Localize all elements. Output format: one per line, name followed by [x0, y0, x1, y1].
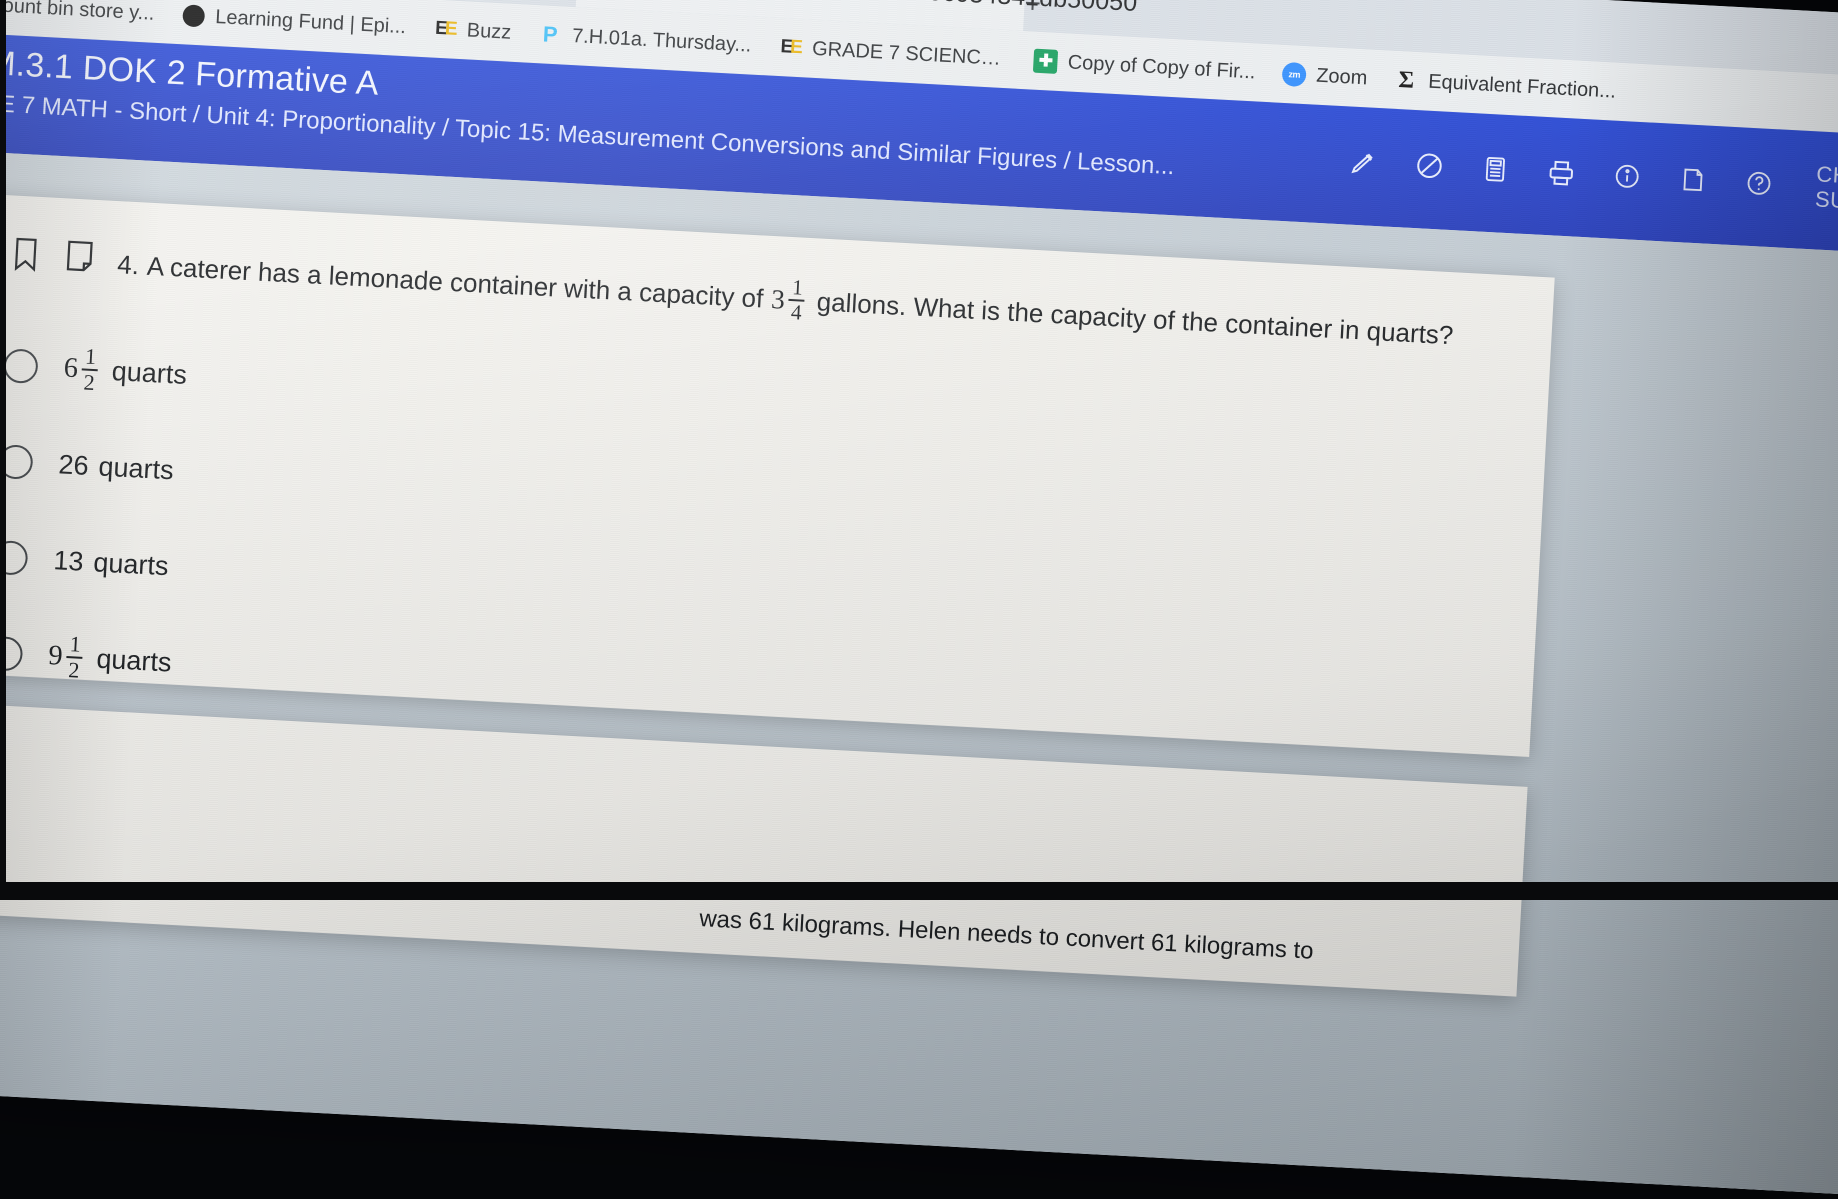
next-question-partial-text: was 61 kilograms. Helen needs to convert… [699, 905, 1315, 966]
bookmark-label: Zoom [1316, 64, 1368, 90]
zoom-icon: zm [1281, 61, 1308, 88]
question-number: 4. [117, 248, 140, 282]
question-text-before: A caterer has a lemonade container with … [146, 250, 764, 315]
bookmark-item-buzz[interactable]: EE Buzz [431, 16, 512, 46]
fraction: 1 2 [81, 345, 100, 394]
screen-bezel-bottom [0, 882, 1838, 900]
highlighter-icon[interactable] [1346, 144, 1382, 180]
fraction-denominator: 2 [68, 658, 80, 682]
notes-icon[interactable] [1675, 162, 1711, 198]
question-text-after: gallons. What is the capacity of the con… [816, 285, 1454, 351]
dot-icon [180, 2, 207, 29]
strikethrough-icon[interactable] [1411, 148, 1447, 184]
header-toolbar: CHRISTOPHER SULLIVAN [1345, 136, 1838, 220]
answer-unit: quarts [111, 356, 188, 391]
fraction-denominator: 4 [790, 301, 802, 324]
bookmark-item-discount-bin-store[interactable]: G discount bin store y... [0, 0, 155, 27]
question-capacity-value: 3 1 4 [770, 276, 810, 325]
fraction-numerator: 1 [792, 277, 804, 300]
bookmark-item-grade-7-science[interactable]: EE GRADE 7 SCIENCE -... [777, 34, 1008, 72]
answer-value: 26 [58, 449, 90, 482]
answer-unit: quarts [93, 547, 170, 582]
question-card: 4. A caterer has a lemonade container wi… [0, 194, 1555, 757]
edpuzzle-icon: EE [777, 34, 804, 61]
bookmarks-bar-right: » ▭ All Bo [1822, 74, 1838, 140]
content-area: 4. A caterer has a lemonade container wi… [0, 146, 1838, 1199]
sigma-icon: Σ [1393, 67, 1420, 94]
mixed-whole: 3 [770, 282, 785, 317]
bookmark-item-zoom[interactable]: zm Zoom [1281, 61, 1368, 92]
fraction-numerator: 1 [69, 633, 81, 657]
mixed-whole: 6 [63, 352, 79, 385]
bookmark-label: GRADE 7 SCIENCE -... [812, 37, 1008, 70]
mixed-number: 9 1 2 [47, 632, 88, 682]
bookmark-label: Copy of Copy of Fir... [1067, 51, 1256, 84]
mixed-number: 6 1 2 [62, 344, 103, 394]
answer-value: 13 [53, 545, 85, 578]
bookmark-icon[interactable] [9, 235, 43, 278]
edpuzzle-icon: EE [431, 16, 458, 43]
answer-unit: quarts [96, 643, 173, 678]
bookmark-label: discount bin store y... [0, 0, 155, 25]
answer-choices: 6 1 2 quarts 26 quar [0, 317, 1508, 781]
calculator-icon[interactable] [1477, 151, 1513, 187]
answer-choice-label: 9 1 2 quarts [47, 632, 173, 687]
google-forms-icon: ✚ [1032, 48, 1059, 75]
bookmark-label: Buzz [466, 19, 512, 44]
fraction-numerator: 1 [84, 345, 96, 369]
bookmark-item-copy-of-copy[interactable]: ✚ Copy of Copy of Fir... [1032, 48, 1256, 86]
fraction: 1 4 [788, 277, 806, 324]
bookmark-item-equivalent-fraction[interactable]: Σ Equivalent Fraction... [1393, 67, 1617, 105]
answer-choice-label: 6 1 2 quarts [62, 344, 188, 399]
bookmark-item-learning-fund[interactable]: Learning Fund | Epi... [180, 2, 407, 40]
answer-choice-label: 13 quarts [53, 545, 170, 582]
pear-deck-icon: P [536, 21, 563, 48]
answer-unit: quarts [98, 451, 175, 486]
bookmark-label: 7.H.01a. Thursday... [572, 25, 752, 58]
photographed-screen: E 7 MATH - Short - Activit × + mglixbuzz… [0, 0, 1838, 1199]
answer-choice-label: 26 quarts [58, 449, 175, 486]
fraction: 1 2 [65, 633, 84, 682]
screen-bezel-left [0, 0, 6, 900]
user-last-name: SULLIVAN [1814, 186, 1838, 217]
fraction-denominator: 2 [83, 371, 95, 395]
bookmark-item-thursday[interactable]: P 7.H.01a. Thursday... [536, 21, 751, 58]
user-name[interactable]: CHRISTOPHER SULLIVAN [1814, 161, 1838, 220]
help-icon[interactable] [1741, 165, 1777, 201]
note-icon[interactable] [63, 238, 97, 279]
mixed-whole: 9 [48, 640, 64, 673]
bookmark-label: Equivalent Fraction... [1428, 70, 1617, 103]
radio-button[interactable] [3, 348, 39, 384]
bookmark-label: Learning Fund | Epi... [215, 6, 407, 39]
printer-icon[interactable] [1543, 155, 1579, 191]
info-icon[interactable] [1609, 158, 1645, 194]
